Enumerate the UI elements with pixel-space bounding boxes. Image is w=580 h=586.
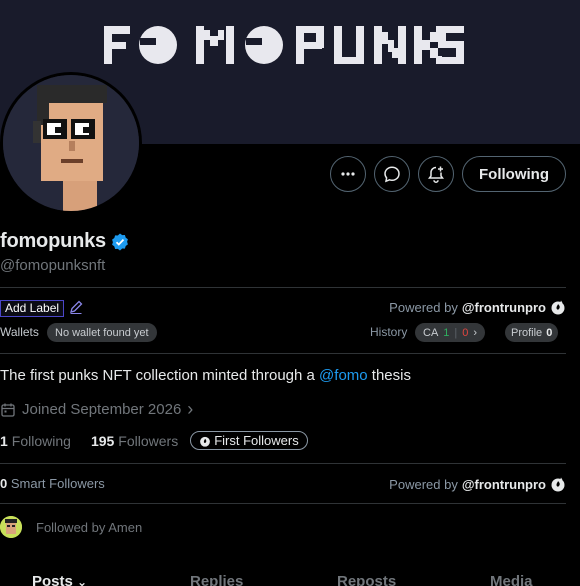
bio-text: The first punks NFT collection minted th… (0, 367, 320, 384)
message-bubble-icon (384, 166, 400, 183)
tab-replies[interactable]: Replies (190, 573, 243, 586)
name-row: fomopunks (0, 230, 130, 253)
profile-history-pill[interactable]: Profile 0 (505, 323, 559, 342)
more-horizontal-icon (341, 172, 355, 176)
ca-green-count: 1 (443, 326, 450, 339)
powered-by-row: Powered by @frontrunpro (389, 299, 566, 315)
frontrun-logo-icon (551, 477, 565, 492)
powered-by-name[interactable]: @frontrunpro (462, 300, 546, 315)
verified-badge-icon[interactable] (110, 232, 130, 252)
powered-by-name[interactable]: @frontrunpro (462, 477, 546, 492)
display-name: fomopunks (0, 230, 106, 252)
tab-posts-label: Posts (32, 573, 73, 586)
wallets-label: Wallets (0, 325, 39, 339)
wallets-pill[interactable]: No wallet found yet (47, 323, 157, 342)
chevron-down-icon: ⌄ (77, 575, 88, 586)
divider (0, 353, 566, 354)
profile-avatar[interactable] (0, 72, 142, 214)
following-count: 1 (0, 432, 8, 449)
divider (0, 287, 566, 288)
profile-count: 0 (546, 326, 553, 339)
tab-media[interactable]: Media (490, 573, 533, 586)
bio-text-suffix: thesis (367, 367, 411, 384)
powered-by-prefix: Powered by (389, 476, 458, 492)
history-label: History (370, 325, 408, 339)
follower-avatar (0, 516, 22, 538)
powered-by-row: Powered by @frontrunpro (389, 476, 566, 492)
powered-by-prefix: Powered by (389, 299, 458, 315)
smart-followers-count: 0 (0, 476, 8, 491)
smart-followers[interactable]: 0 Smart Followers (0, 476, 105, 491)
message-button[interactable] (374, 156, 410, 192)
following-link[interactable]: 1 Following (0, 433, 71, 449)
smart-followers-label: Smart Followers (10, 476, 105, 491)
bell-plus-icon (428, 166, 444, 183)
following-label: Following (11, 432, 71, 449)
profile-bio: The first punks NFT collection minted th… (0, 367, 411, 384)
ca-label: CA (423, 326, 439, 339)
notifications-button[interactable] (418, 156, 454, 192)
first-followers-button[interactable]: First Followers (190, 431, 308, 450)
followers-label: Followers (118, 432, 179, 449)
tab-posts[interactable]: Posts ⌄ (32, 573, 87, 586)
ca-separator: | (454, 326, 458, 339)
followed-by-text: Followed by Amen (36, 519, 143, 535)
more-button[interactable] (330, 156, 366, 192)
divider (0, 463, 566, 464)
followed-by[interactable]: Followed by Amen (0, 516, 142, 538)
frontrun-logo-icon (200, 436, 211, 447)
joined-text: Joined September 2026 (22, 401, 182, 418)
joined-date[interactable]: Joined September 2026 › (0, 399, 193, 420)
profile-label: Profile (511, 326, 543, 339)
chevron-right-icon: › (187, 399, 194, 419)
tab-reposts[interactable]: Reposts (337, 573, 396, 586)
following-button[interactable]: Following (462, 156, 566, 192)
punk-avatar-image (3, 75, 139, 211)
first-followers-label: First Followers (214, 433, 299, 448)
followers-count: 195 (90, 432, 115, 449)
follow-stats: 1 Following 195 Followers First Followers (0, 431, 308, 450)
calendar-icon (1, 403, 15, 417)
bio-mention-link[interactable]: @fomo (319, 367, 368, 384)
ca-history-pill[interactable]: CA 1 | 0 › (415, 323, 486, 342)
followers-link[interactable]: 195 Followers (91, 433, 178, 449)
ca-red-count: 0 (462, 326, 469, 339)
profile-handle: @fomopunksnft (0, 257, 106, 274)
divider (0, 503, 566, 504)
chevron-right-icon: › (473, 326, 478, 339)
frontrun-logo-icon (551, 300, 565, 315)
add-label-button[interactable]: Add Label (0, 300, 65, 317)
pencil-icon[interactable] (68, 299, 84, 315)
